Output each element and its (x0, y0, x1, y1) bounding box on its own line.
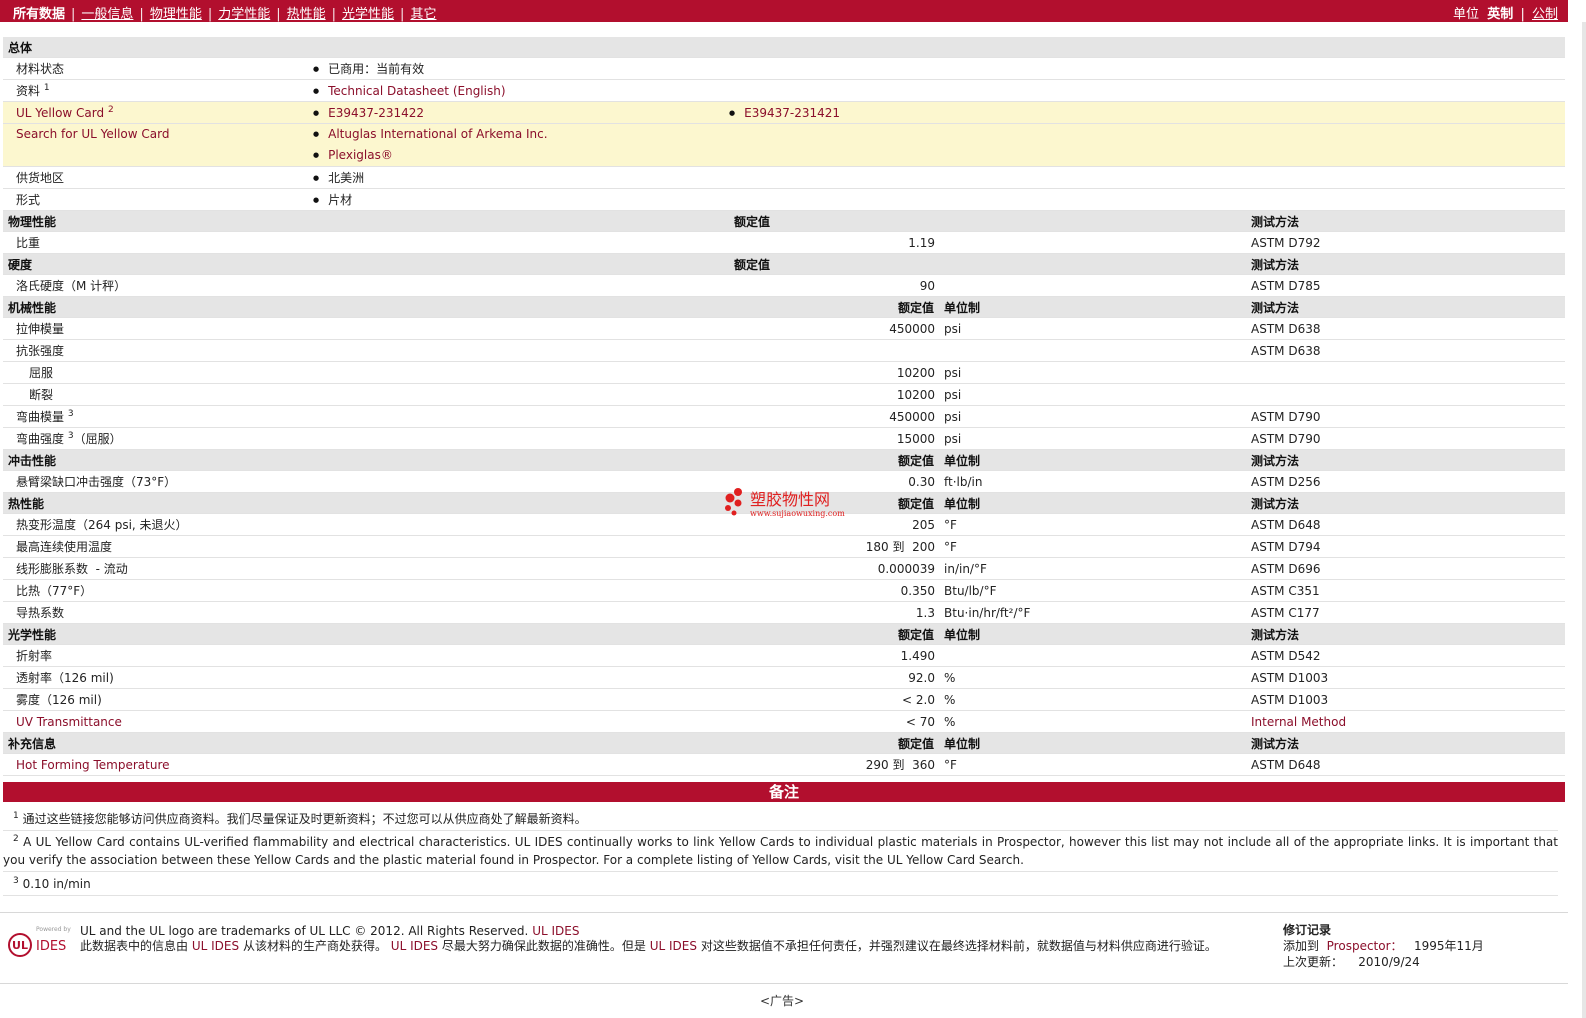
row-hot-forming: Hot Forming Temperature 290 到 360 °F AST… (3, 753, 1566, 776)
row-ul-yellow-card: UL Yellow Card 2 E39437-231422 E39437-23… (3, 101, 1566, 124)
revision-history: 修订记录 添加到 Prospector： 1995年11月 上次更新： 2010… (1283, 922, 1563, 970)
footer-divider-2 (0, 983, 1568, 984)
yellow-card-link-1[interactable]: E39437-231422 (328, 106, 424, 120)
nav-all-data[interactable]: 所有数据 (13, 7, 65, 22)
vertical-scrollbar[interactable] (1582, 22, 1586, 1018)
section-general: 总体 (3, 37, 1566, 58)
footer-text: UL and the UL logo are trademarks of UL … (80, 924, 1217, 953)
supplier-link[interactable]: Altuglas International of Arkema Inc. (328, 127, 547, 141)
row-max-service-temp: 最高连续使用温度 180 到 200 °F ASTM D794 (3, 535, 1566, 558)
nav-optical[interactable]: 光学性能 (342, 7, 394, 22)
section-mechanical: 机械性能 额定值 单位制 测试方法 (3, 296, 1566, 318)
disclaimer-link-1[interactable]: UL IDES (192, 939, 239, 953)
units-metric-link[interactable]: 公制 (1532, 7, 1558, 22)
units-label: 单位 (1453, 7, 1480, 22)
row-break: 断裂 10200 psi (3, 383, 1566, 406)
row-yield: 屈服 10200 psi (3, 361, 1566, 384)
row-form: 形式 片材 (3, 188, 1566, 211)
row-clte: 线形膨胀系数 - 流动 0.000039 in/in/°F ASTM D696 (3, 557, 1566, 580)
row-material-status: 材料状态 已商用：当前有效 (3, 57, 1566, 80)
row-tensile-modulus: 拉伸模量 450000 psi ASTM D638 (3, 317, 1566, 340)
prospector-link[interactable]: Prospector： (1327, 939, 1403, 953)
section-title: 总体 (3, 37, 1566, 58)
tradename-link[interactable]: Plexiglas® (328, 148, 393, 162)
row-uv-transmittance: UV Transmittance < 70 % Internal Method (3, 710, 1566, 733)
section-physical: 物理性能 额定值 测试方法 (3, 210, 1566, 232)
section-impact: 冲击性能 额定值 单位制 测试方法 (3, 449, 1566, 471)
row-rockwell: 洛氏硬度（M 计秤） 90 ASTM D785 (3, 274, 1566, 297)
nav-other[interactable]: 其它 (410, 7, 436, 22)
row-haze: 雾度（126 mil) < 2.0 % ASTM D1003 (3, 688, 1566, 711)
site-watermark: 塑胶物性网 www.sujiaowuxing.com (725, 488, 845, 518)
row-transmittance: 透射率（126 mil) 92.0 % ASTM D1003 (3, 666, 1566, 689)
row-specific-heat: 比热（77°F） 0.350 Btu/lb/°F ASTM C351 (3, 579, 1566, 602)
row-region: 供货地区 北美洲 (3, 166, 1566, 189)
property-table: 总体 材料状态 已商用：当前有效 资料 1 Technical Datashee… (3, 37, 1566, 776)
trademark-text: UL and the UL logo are trademarks of UL … (80, 924, 529, 938)
svg-text:UL: UL (12, 939, 28, 952)
row-flexural-modulus: 弯曲模量 3 450000 psi ASTM D790 (3, 405, 1566, 428)
row-ul-search: Search for UL Yellow Card Altuglas Inter… (3, 123, 1566, 167)
svg-text:Powered by: Powered by (36, 926, 71, 933)
disclaimer-link-3[interactable]: UL IDES (650, 939, 697, 953)
nav-thermal[interactable]: 热性能 (287, 7, 326, 22)
row-thermal-conductivity: 导热系数 1.3 Btu·in/hr/ft²/°F ASTM C177 (3, 601, 1566, 624)
nav-physical[interactable]: 物理性能 (150, 7, 202, 22)
note-1: 1 通过这些链接您能够访问供应商资料。我们尽量保证及时更新资料；不过您可以从供应… (3, 806, 1558, 831)
nav-mechanical[interactable]: 力学性能 (218, 7, 270, 22)
units-imperial: 英制 (1487, 7, 1514, 22)
svg-text:IDES: IDES (36, 939, 66, 954)
ad-label: <广告> (760, 994, 805, 1008)
watermark-name: 塑胶物性网 (750, 490, 830, 509)
ul-ides-link[interactable]: UL IDES (532, 924, 579, 938)
watermark-url: www.sujiaowuxing.com (750, 509, 845, 518)
row-flexural-strength: 弯曲强度 3（屈服） 15000 psi ASTM D790 (3, 427, 1566, 450)
section-optical: 光学性能 额定值 单位制 测试方法 (3, 623, 1566, 645)
revision-title: 修订记录 (1283, 923, 1332, 937)
section-hardness: 硬度 额定值 测试方法 (3, 253, 1566, 275)
row-documents: 资料 1 Technical Datasheet (English) (3, 79, 1566, 102)
section-supplemental: 补充信息 额定值 单位制 测试方法 (3, 732, 1566, 754)
unit-switcher: 单位 英制 | 公制 (1453, 7, 1558, 22)
row-specific-gravity: 比重 1.19 ASTM D792 (3, 231, 1566, 254)
ul-ides-logo: Powered by UL IDES (8, 926, 71, 957)
row-tensile-strength: 抗张强度 ASTM D638 (3, 339, 1566, 362)
nav-general-info[interactable]: 一般信息 (81, 7, 133, 22)
datasheet-link[interactable]: Technical Datasheet (English) (328, 84, 505, 98)
note-3: 3 0.10 in/min (3, 871, 1558, 896)
disclaimer-link-2[interactable]: UL IDES (391, 939, 438, 953)
top-nav-bar: 所有数据 | 一般信息 | 物理性能 | 力学性能 | 热性能 | 光学性能 | 其它 单位 英制 | … (0, 0, 1568, 22)
section-nav: 所有数据 | 一般信息 | 物理性能 | 力学性能 | 热性能 | 光学性能 | 其它 (13, 7, 437, 22)
notes-header: 备注 (3, 782, 1565, 802)
yellow-card-link-2[interactable]: E39437-231421 (744, 106, 840, 120)
note-2: 2 A UL Yellow Card contains UL-verified … (3, 829, 1558, 872)
footer-divider (0, 912, 1568, 913)
row-refractive-index: 折射率 1.490 ASTM D542 (3, 644, 1566, 667)
